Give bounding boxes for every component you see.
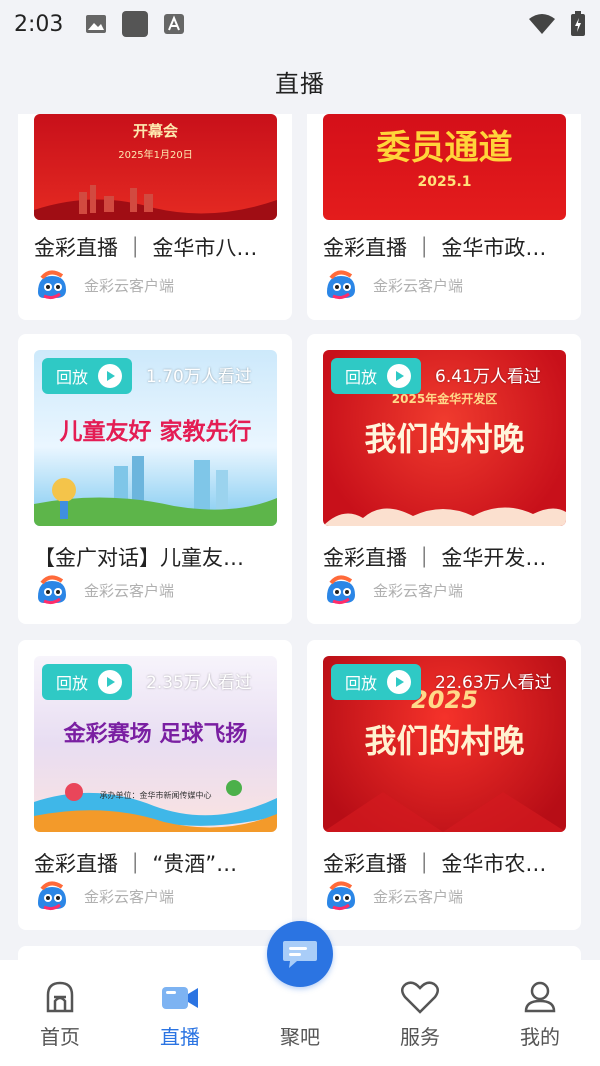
jincaiyun-logo-icon [327,575,355,605]
image-icon [86,15,107,33]
tab-mine[interactable]: 我的 [485,979,595,1050]
live-card[interactable]: 2025 我们的村晚 回放 22.63万人看过 金彩直播 ｜ 金华市农… 金彩云… [307,640,581,930]
poster-title: 金彩赛场 足球飞扬 [63,722,248,747]
tab-label: 直播 [160,1025,200,1049]
badge-label: 回放 [56,674,89,693]
status-time: 2:03 [14,11,64,37]
view-count: 6.41万人看过 [435,367,541,387]
replay-badge: 回放 [42,664,132,700]
source-label: 金彩云客户端 [84,581,175,600]
live-card[interactable]: 开幕会 2025年1月20日 金彩直播 ｜ 金华市八… 金彩云客户端 [18,114,292,320]
play-icon [98,670,123,694]
card-thumbnail[interactable]: 2025年金华开发区 我们的村晚 回放 6.41万人看过 [323,350,566,526]
poster-title: 我们的村晚 [364,722,525,760]
font-icon [164,14,185,34]
jincaiyun-logo-icon [38,270,66,300]
card-thumbnail[interactable]: 委员通道 2025.1 [323,114,566,220]
poster-title: 儿童友好 家教先行 [59,419,252,445]
live-card[interactable]: 2025年金华开发区 我们的村晚 回放 6.41万人看过 金彩直播 ｜ 金华开发… [307,334,581,624]
city-illustration-graphic [34,456,277,526]
jincaiyun-logo-icon [327,881,355,911]
card-title[interactable]: 金彩直播 ｜ 金华市农… [323,848,569,878]
source-label: 金彩云客户端 [84,276,175,295]
replay-badge: 回放 [331,664,421,700]
card-source: 金彩云客户端 [34,575,174,605]
card-title[interactable]: 金彩直播 ｜ 金华市八… [34,232,280,262]
tab-home[interactable]: 首页 [5,979,115,1050]
live-card[interactable]: 委员通道 2025.1 金彩直播 ｜ 金华市政… 金彩云客户端 [307,114,581,320]
video-icon [162,987,198,1009]
live-card[interactable]: 儿童友好 家教先行 回放 1.70万人看过 【金广对话】儿童友… 金彩云客户端 [18,334,292,624]
card-source: 金彩云客户端 [323,575,463,605]
card-title[interactable]: 【金广对话】儿童友… [34,542,280,572]
card-thumbnail[interactable]: 2025 我们的村晚 回放 22.63万人看过 [323,656,566,832]
card-thumbnail[interactable]: 金彩赛场 足球飞扬 承办单位：金华市新闻传媒中心 回放 2.35万人看过 [34,656,277,832]
replay-badge: 回放 [42,358,132,394]
card-source: 金彩云客户端 [323,270,463,300]
card-title[interactable]: 金彩直播 ｜ 金华市政… [323,232,569,262]
poster-title: 我们的村晚 [364,420,525,458]
page-title: 直播 [275,69,325,98]
status-bar: 2:03 [0,0,600,48]
source-label: 金彩云客户端 [373,887,464,906]
replay-badge: 回放 [331,358,421,394]
live-card[interactable] [307,946,581,960]
header: 直播 [0,48,600,114]
bottom-tab-bar: 首页 直播 聚吧 服务 我的 [0,921,600,1066]
jincaiyun-logo-icon [38,575,66,605]
card-thumbnail[interactable]: 儿童友好 家教先行 回放 1.70万人看过 [34,350,277,526]
center-chat-button[interactable] [267,921,333,987]
badge-label: 回放 [345,368,378,387]
wifi-icon [529,14,555,34]
user-icon [524,981,556,1013]
cloud-decoration-graphic [323,507,566,526]
battery-icon [571,11,585,36]
poster-title: 开幕会 [132,122,178,140]
live-card[interactable]: 金彩赛场 足球飞扬 承办单位：金华市新闻传媒中心 回放 2.35万人看过 金彩直… [18,640,292,930]
jincaiyun-logo-icon [38,881,66,911]
tab-label: 首页 [40,1025,80,1049]
source-label: 金彩云客户端 [84,887,175,906]
tab-service[interactable]: 服务 [365,979,475,1050]
card-source: 金彩云客户端 [323,881,463,911]
heart-icon [401,981,439,1014]
city-skyline-graphic [34,185,277,220]
light-rays-graphic [323,792,566,832]
play-icon [387,364,412,388]
home-icon [46,981,74,1013]
view-count: 2.35万人看过 [146,673,252,693]
play-icon [98,364,123,388]
tab-label: 聚吧 [280,1025,320,1049]
card-source: 金彩云客户端 [34,881,174,911]
tab-label: 我的 [520,1025,560,1049]
tab-label: 服务 [400,1025,440,1049]
play-icon [387,670,412,694]
card-thumbnail[interactable]: 开幕会 2025年1月20日 [34,114,277,220]
poster-subtitle: 承办单位：金华市新闻传媒中心 [99,791,212,800]
poster-subtitle: 2025.1 [417,174,472,190]
card-source: 金彩云客户端 [34,270,174,300]
card-title[interactable]: 金彩直播 ｜ “贵酒”… [34,848,280,878]
live-card[interactable] [18,946,292,960]
poster-title: 委员通道 [376,128,513,168]
tab-live[interactable]: 直播 [125,979,235,1050]
view-count: 22.63万人看过 [435,673,552,693]
badge-label: 回放 [345,674,378,693]
poster-subtitle: 2025年1月20日 [118,150,193,161]
jincaiyun-logo-icon [327,270,355,300]
tab-juba[interactable]: 聚吧 [245,921,355,1050]
badge-label: 回放 [56,368,89,387]
chat-icon [283,941,317,968]
source-label: 金彩云客户端 [373,581,464,600]
card-title[interactable]: 金彩直播 ｜ 金华开发… [323,542,569,572]
source-label: 金彩云客户端 [373,276,464,295]
app-square-icon [122,11,149,37]
view-count: 1.70万人看过 [146,367,252,387]
live-list[interactable]: 开幕会 2025年1月20日 金彩直播 ｜ 金华市八… 金彩云客户端 委员通道 … [0,114,600,960]
